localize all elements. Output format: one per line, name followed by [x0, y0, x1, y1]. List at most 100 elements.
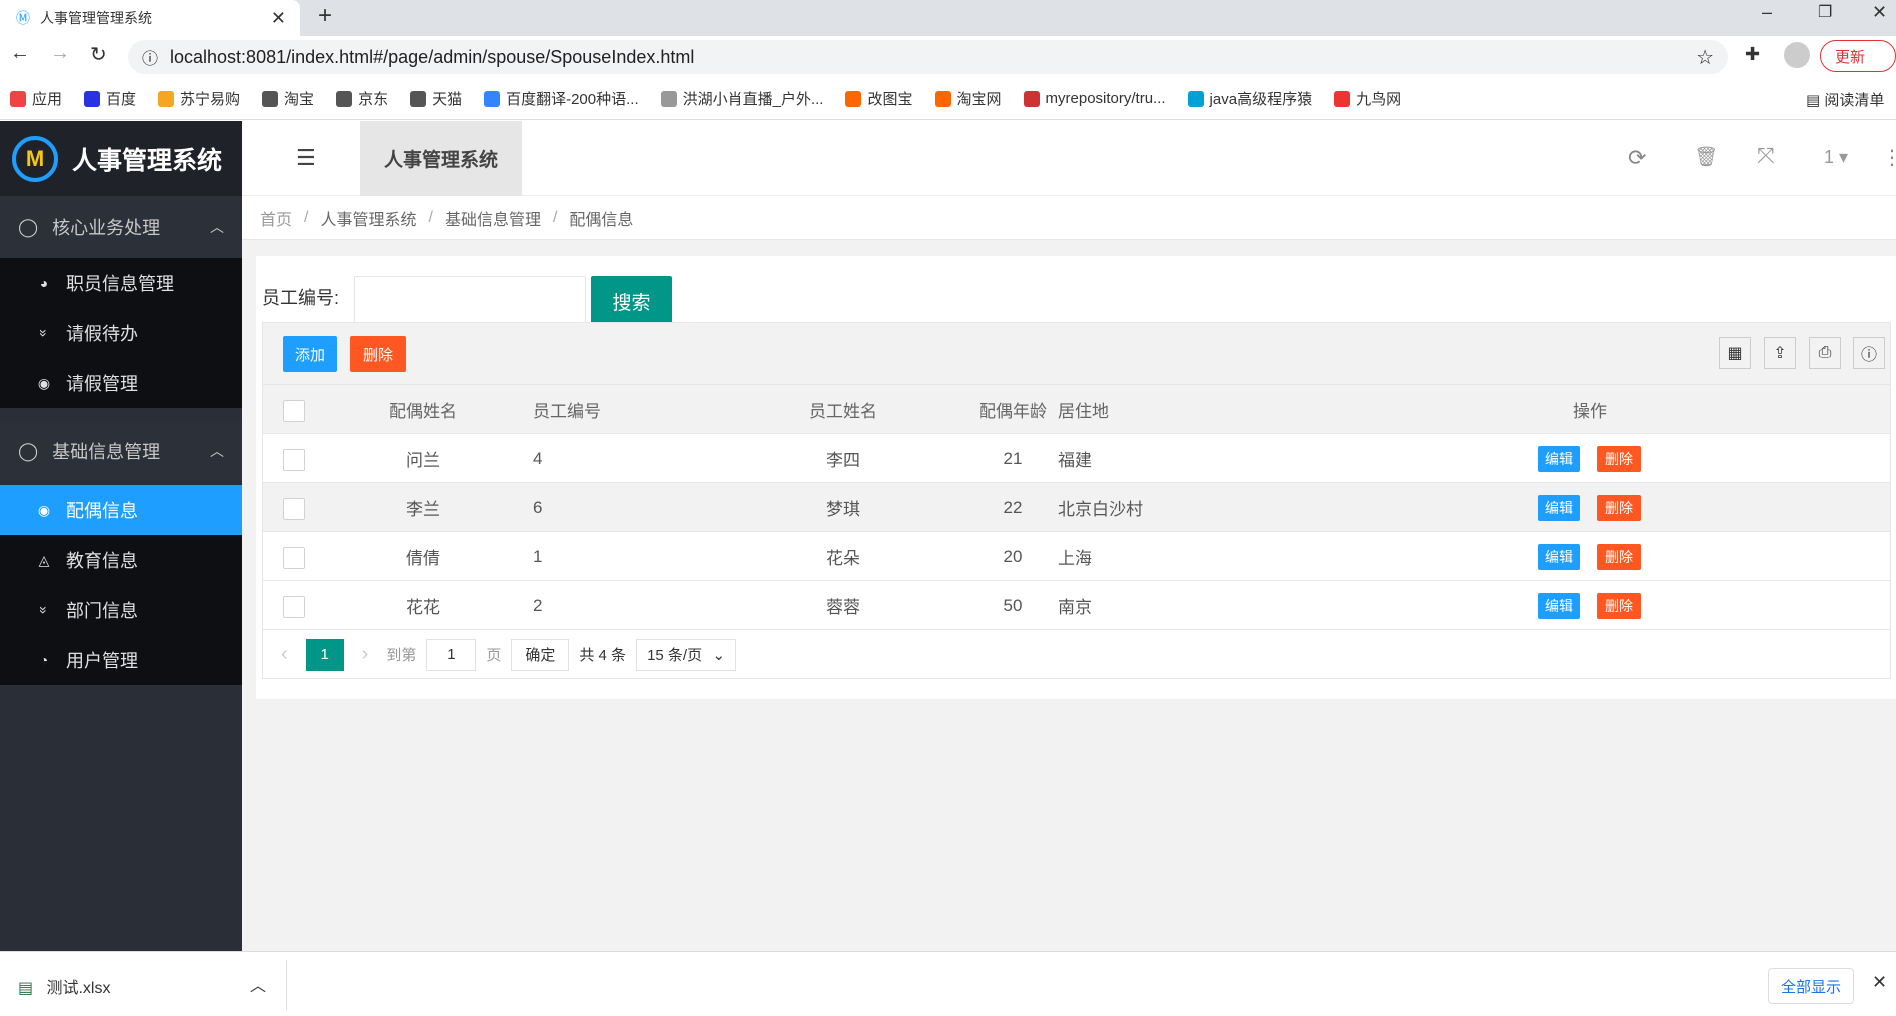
breadcrumb-separator: / — [428, 208, 433, 226]
sidebar-item[interactable]: ◉ 配偶信息 — [0, 485, 242, 535]
bookmark-item[interactable]: 京东 — [336, 88, 388, 109]
prev-page-icon[interactable]: ‹ — [281, 643, 288, 666]
row-delete-button[interactable]: 删除 — [1597, 593, 1641, 619]
column-header: 员工编号 — [533, 402, 601, 421]
download-item[interactable]: ▤ 测试.xlsx — [18, 974, 110, 998]
sidebar-item[interactable]: ◬ 教育信息 — [0, 535, 242, 585]
info-circle-icon[interactable]: ⓘ — [1853, 337, 1885, 369]
menu-toggle-icon[interactable]: ☰ — [296, 145, 316, 171]
bookmark-item[interactable]: 苏宁易购 — [158, 88, 240, 109]
address-bar[interactable]: ⓘ localhost:8081/index.html#/page/admin/… — [128, 40, 1728, 74]
profile-icon[interactable] — [1784, 42, 1810, 68]
bookmark-icon — [10, 90, 26, 107]
row-delete-button[interactable]: 删除 — [1597, 544, 1641, 570]
update-button[interactable]: 更新 — [1820, 40, 1896, 72]
table-row[interactable]: 花花 2 蓉蓉 50 南京 编辑 删除 — [263, 581, 1890, 630]
more-icon[interactable]: ⋮ — [1882, 145, 1896, 170]
bookmark-star-icon[interactable]: ☆ — [1696, 45, 1714, 70]
bookmark-item[interactable]: 改图宝 — [845, 88, 913, 109]
table-cell: 花朵 — [826, 549, 860, 568]
table-row[interactable]: 问兰 4 李四 21 福建 编辑 删除 — [263, 434, 1890, 483]
bookmark-item[interactable]: myrepository/tru... — [1023, 90, 1166, 107]
breadcrumb-item[interactable]: 基础信息管理 — [445, 206, 541, 230]
bookmark-item[interactable]: 淘宝 — [262, 88, 314, 109]
edit-button[interactable]: 编辑 — [1538, 593, 1580, 619]
row-checkbox[interactable] — [283, 498, 305, 520]
row-delete-button[interactable]: 删除 — [1597, 495, 1641, 521]
page-size-select[interactable]: 15 条/页 ⌄ — [636, 638, 737, 671]
sidebar-group-core[interactable]: ◯ 核心业务处理 ︿ — [0, 196, 242, 258]
confirm-goto-button[interactable]: 确定 — [511, 638, 570, 671]
sidebar-group-basic[interactable]: ◯ 基础信息管理 ︿ — [0, 420, 242, 482]
table-cell: 福建 — [1058, 451, 1092, 470]
extensions-icon[interactable]: ✚ — [1745, 44, 1760, 65]
header-tab[interactable]: 人事管理系统 — [360, 121, 522, 196]
add-button[interactable]: 添加 — [283, 336, 337, 372]
table-row[interactable]: 倩倩 1 花朵 20 上海 编辑 删除 — [263, 532, 1890, 581]
close-download-bar-icon[interactable]: ✕ — [1872, 972, 1887, 993]
goto-label: 到第 — [386, 647, 417, 664]
show-all-button[interactable]: 全部显示 — [1768, 968, 1854, 1004]
download-chevron-icon[interactable]: ︿ — [250, 972, 266, 996]
bookmark-item[interactable]: 淘宝网 — [934, 88, 1002, 109]
refresh-icon[interactable]: ⟳ — [1628, 145, 1646, 171]
close-window-icon[interactable]: ✕ — [1872, 2, 1887, 23]
select-all-checkbox[interactable] — [283, 400, 305, 422]
sidebar-item[interactable]: » 部门信息 — [0, 585, 242, 635]
bookmark-item[interactable]: 百度翻译-200种语... — [484, 88, 639, 109]
page-dropdown[interactable]: 1 ▾ — [1824, 147, 1848, 168]
page-1-button[interactable]: 1 — [305, 638, 344, 671]
bookmark-item[interactable]: 应用 — [10, 88, 62, 109]
back-icon[interactable]: ← — [10, 42, 30, 65]
print-icon[interactable]: ⎙ — [1809, 337, 1841, 369]
total-count: 共 4 条 — [579, 647, 627, 664]
table-row[interactable]: 李兰 6 梦琪 22 北京白沙村 编辑 删除 — [263, 483, 1890, 532]
minimize-icon[interactable]: – — [1762, 2, 1772, 23]
goto-page-input[interactable]: 1 — [426, 638, 477, 671]
app-header: ☰ 人事管理系统 ⟳ 🗑 ⤧ 1 ▾ ⋮ — [242, 121, 1896, 196]
edit-button[interactable]: 编辑 — [1538, 544, 1580, 570]
bookmark-item[interactable]: 洪湖小肖直播_户外... — [660, 88, 823, 109]
forward-icon[interactable]: → — [50, 42, 70, 65]
row-delete-button[interactable]: 删除 — [1597, 446, 1641, 472]
sidebar-item[interactable]: ◕ 职员信息管理 — [0, 258, 242, 308]
bookmark-icon — [262, 90, 279, 107]
download-bar: ▤ 测试.xlsx ︿ 全部显示 ✕ — [0, 951, 1896, 1016]
fullscreen-icon[interactable]: ⤧ — [1757, 143, 1775, 169]
target-icon: ◉ — [37, 501, 51, 518]
sidebar-item[interactable]: » 请假待办 — [0, 308, 242, 358]
batch-delete-button[interactable]: 删除 — [350, 336, 406, 372]
bookmark-icon — [484, 90, 501, 107]
reload-icon[interactable]: ↻ — [90, 42, 107, 67]
column-header: 居住地 — [1058, 402, 1109, 421]
close-tab-icon[interactable]: ✕ — [271, 8, 286, 29]
columns-filter-icon[interactable]: ▦ — [1719, 337, 1751, 369]
triangle-circle-icon: ◬ — [38, 551, 50, 568]
bookmark-item[interactable]: 天猫 — [410, 88, 462, 109]
employee-id-input[interactable] — [354, 276, 586, 326]
trash-icon[interactable]: 🗑 — [1694, 145, 1718, 169]
restore-icon[interactable]: ❐ — [1818, 2, 1832, 22]
table-cell: 李四 — [826, 451, 860, 470]
search-button[interactable]: 搜索 — [591, 276, 672, 326]
row-checkbox[interactable] — [283, 449, 305, 471]
new-tab-icon[interactable]: + — [318, 2, 332, 30]
next-page-icon[interactable]: › — [362, 643, 369, 666]
reading-list[interactable]: ▤ 阅读清单 — [1806, 89, 1884, 110]
row-checkbox[interactable] — [283, 596, 305, 618]
browser-tab[interactable]: Ⓜ 人事管理管理系统 ✕ — [0, 0, 300, 36]
info-icon: ⓘ — [142, 51, 159, 68]
edit-button[interactable]: 编辑 — [1538, 495, 1580, 521]
bookmark-item[interactable]: java高级程序猿 — [1187, 88, 1312, 109]
sidebar-item[interactable]: ◔ 用户管理 — [0, 635, 242, 685]
edit-button[interactable]: 编辑 — [1538, 446, 1580, 472]
sidebar-item[interactable]: ◉ 请假管理 — [0, 358, 242, 408]
breadcrumb-item[interactable]: 人事管理系统 — [320, 206, 416, 230]
row-checkbox[interactable] — [283, 547, 305, 569]
bookmark-item[interactable]: 九鸟网 — [1334, 88, 1401, 109]
bookmark-item[interactable]: 百度 — [84, 88, 136, 109]
breadcrumb-item[interactable]: 首页 — [260, 206, 292, 230]
table-cell: 2 — [533, 595, 543, 615]
search-label: 员工编号: — [262, 288, 340, 308]
export-icon[interactable]: ⇪ — [1764, 337, 1796, 369]
